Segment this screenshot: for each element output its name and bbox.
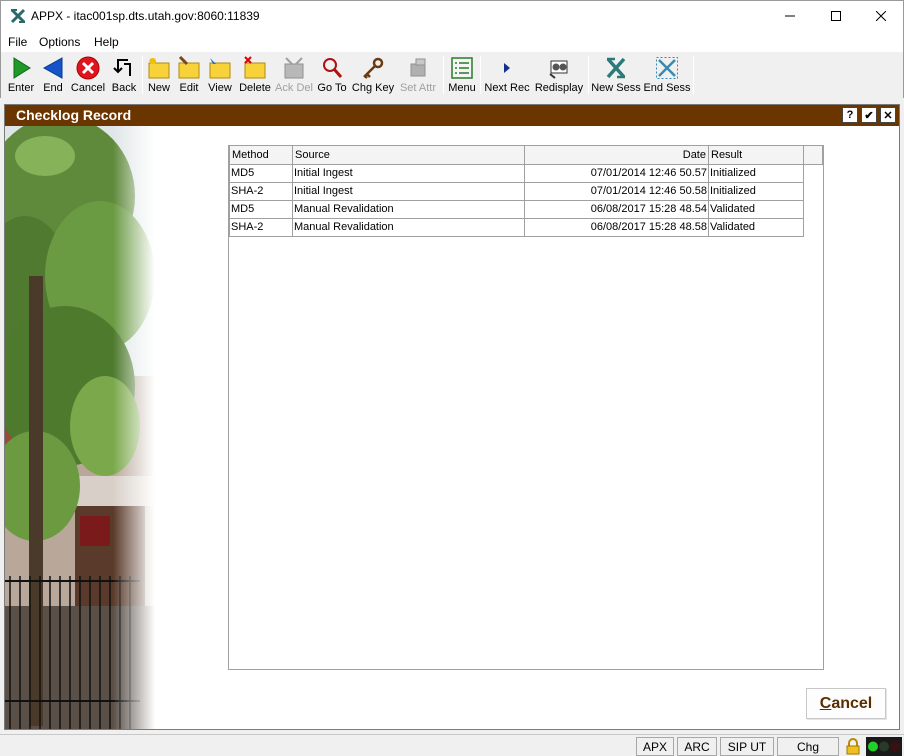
help-button[interactable]: ?: [842, 107, 858, 123]
new-session-icon: [606, 57, 626, 79]
panel-header: Checklog Record ? ✔ ✕: [5, 105, 899, 126]
back-arrow-icon: [42, 57, 63, 79]
cell-result: Validated: [708, 201, 804, 219]
cell-source: Initial Ingest: [292, 183, 525, 201]
window-titlebar: APPX - itac001sp.dts.utah.gov:8060:11839: [0, 0, 904, 31]
cell-date: 06/08/2017 15:28 48.54: [524, 201, 709, 219]
cell-date: 07/01/2014 12:46 50.58: [524, 183, 709, 201]
cell-result: Validated: [708, 219, 804, 237]
status-bar: APX ARC SIP UT Chg: [0, 734, 904, 756]
set-attr-button[interactable]: Set Attr: [397, 54, 439, 96]
cell-method: SHA-2: [229, 219, 293, 237]
status-sip-ut: SIP UT: [720, 737, 774, 756]
chg-key-button[interactable]: Chg Key: [351, 54, 395, 96]
close-window-button[interactable]: [858, 1, 904, 31]
new-sess-button[interactable]: New Sess: [591, 54, 641, 96]
checklog-panel: Checklog Record ? ✔ ✕ Method Source Date…: [4, 104, 900, 730]
redisplay-button[interactable]: Redisplay: [533, 54, 585, 96]
cancel-button-label: ancel: [831, 694, 873, 712]
edit-button[interactable]: Edit: [175, 54, 203, 96]
cell-method: SHA-2: [229, 183, 293, 201]
maximize-button[interactable]: [813, 1, 859, 31]
cell-source: Initial Ingest: [292, 165, 525, 183]
close-panel-button[interactable]: ✕: [880, 107, 896, 123]
delete-folder-icon: [244, 56, 266, 79]
minimize-icon: [785, 15, 795, 17]
back-button[interactable]: Back: [109, 54, 139, 96]
magnifier-icon: [323, 58, 343, 78]
cell-result: Initialized: [708, 183, 804, 201]
set-attribute-icon: [410, 58, 426, 77]
cell-date: 06/08/2017 15:28 48.58: [524, 219, 709, 237]
go-to-button[interactable]: Go To: [315, 54, 349, 96]
end-sess-button[interactable]: End Sess: [643, 54, 691, 96]
new-folder-icon: [148, 58, 170, 79]
cancel-button[interactable]: Cancel: [806, 688, 886, 719]
maximize-icon: [831, 11, 841, 21]
close-icon: [876, 11, 886, 21]
cancel-button-mnemonic: C: [819, 694, 832, 712]
end-button[interactable]: End: [39, 54, 67, 96]
status-apx: APX: [636, 737, 674, 756]
cell-result: Initialized: [708, 165, 804, 183]
next-record-icon: [504, 63, 510, 73]
menu-bar: File Options Help: [0, 31, 904, 52]
appx-logo-icon: [10, 8, 26, 24]
undo-arrow-icon: [113, 59, 131, 76]
building-photo-image: [5, 126, 155, 729]
status-arc: ARC: [677, 737, 717, 756]
lock-icon: [846, 738, 860, 755]
new-button[interactable]: New: [145, 54, 173, 96]
play-arrow-icon: [13, 57, 31, 79]
redisplay-binoculars-icon: [549, 60, 568, 79]
menu-help[interactable]: Help: [94, 35, 119, 49]
column-header-source[interactable]: Source: [292, 146, 525, 165]
column-header-result[interactable]: Result: [708, 146, 804, 165]
menu-file[interactable]: File: [8, 35, 27, 49]
view-folder-icon: [209, 58, 231, 79]
cell-method: MD5: [229, 201, 293, 219]
minimize-button[interactable]: [767, 1, 813, 31]
menu-options[interactable]: Options: [39, 35, 80, 49]
delete-button[interactable]: Delete: [237, 54, 273, 96]
view-button[interactable]: View: [205, 54, 235, 96]
key-icon: [363, 57, 384, 79]
edit-folder-icon: [178, 56, 200, 79]
next-rec-button[interactable]: Next Rec: [483, 54, 531, 96]
panel-title: Checklog Record: [16, 107, 132, 123]
cancel-toolbar-button[interactable]: Cancel: [69, 54, 107, 96]
cell-source: Manual Revalidation: [292, 201, 525, 219]
end-session-icon: [656, 57, 678, 79]
cell-date: 07/01/2014 12:46 50.57: [524, 165, 709, 183]
column-header-date[interactable]: Date: [524, 146, 709, 165]
menu-list-icon: [451, 57, 473, 79]
connection-status-lights-icon: [866, 737, 902, 756]
ack-delete-icon: [284, 57, 304, 79]
checklog-table: Method Source Date Result MD5 Initial In…: [228, 145, 824, 670]
ok-button[interactable]: ✔: [861, 107, 877, 123]
window-title: APPX - itac001sp.dts.utah.gov:8060:11839: [31, 9, 260, 23]
cell-source: Manual Revalidation: [292, 219, 525, 237]
enter-button[interactable]: Enter: [5, 54, 37, 96]
column-header-method[interactable]: Method: [229, 146, 293, 165]
toolbar: Enter End Cancel Back New Edit View Dele…: [0, 52, 904, 98]
cell-method: MD5: [229, 165, 293, 183]
column-header-filler: [803, 146, 823, 165]
menu-button[interactable]: Menu: [446, 54, 478, 96]
ack-del-button[interactable]: Ack Del: [275, 54, 313, 96]
cancel-circle-icon: [76, 56, 100, 80]
status-chg: Chg: [777, 737, 839, 756]
